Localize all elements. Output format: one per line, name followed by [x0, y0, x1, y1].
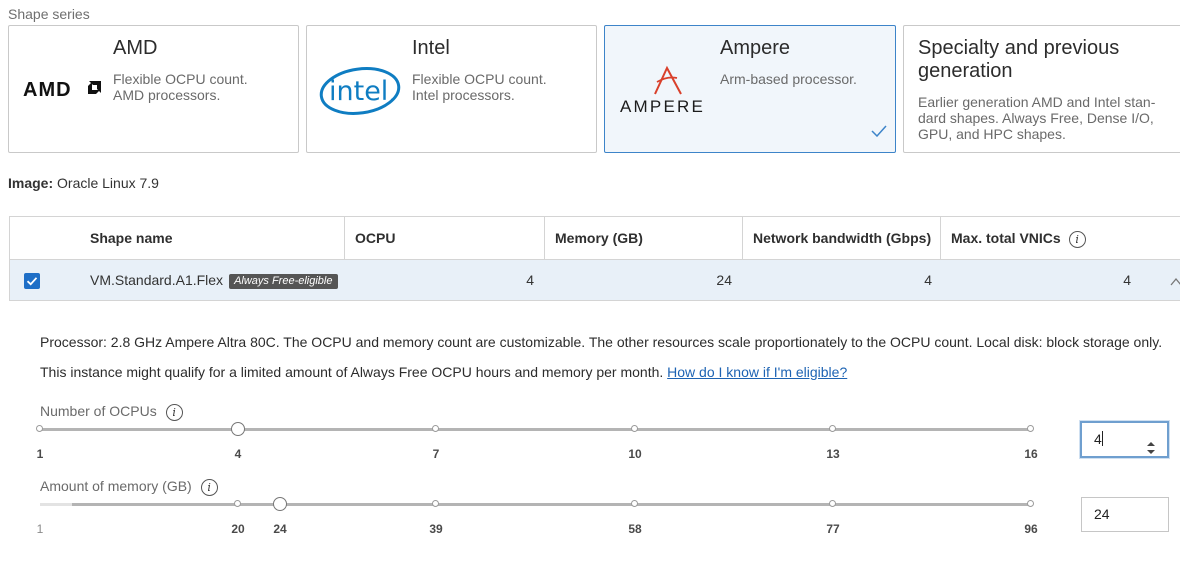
- memory-slider-track[interactable]: [72, 503, 1032, 506]
- free-tier-text: This instance might qualify for a limite…: [40, 364, 664, 380]
- eligibility-link[interactable]: How do I know if I'm eligible?: [667, 364, 847, 380]
- memory-amount-input[interactable]: 24: [1081, 497, 1169, 532]
- card-title-line: Specialty and previous: [918, 37, 1120, 59]
- checkmark-icon: [26, 277, 38, 286]
- ocpu-tick-label: 1: [36, 447, 44, 461]
- card-desc: Flexible OCPU count. AMD processors.: [113, 71, 248, 103]
- shape-series-label: Shape series: [8, 6, 90, 22]
- memory-slider-thumb[interactable]: [273, 497, 287, 511]
- info-icon[interactable]: i: [1068, 230, 1086, 248]
- memory-input-value: 24: [1094, 506, 1110, 522]
- memory-tick-label: 58: [628, 522, 642, 536]
- spinner-arrows-icon[interactable]: [1146, 434, 1156, 467]
- memory-slider-disabled-range: [40, 503, 72, 506]
- cell-shape-name: VM.Standard.A1.Flex Always Free-eligible: [90, 260, 338, 301]
- intel-logo-icon: intel .: [319, 64, 405, 121]
- card-desc-line: dard shapes. Always Free, Dense I/O,: [918, 110, 1154, 126]
- shape-card-specialty[interactable]: Specialty and previous generation Earlie…: [903, 25, 1180, 153]
- svg-text:intel: intel: [329, 76, 388, 107]
- slider-tick: [432, 500, 439, 507]
- col-shape-name[interactable]: Shape name: [10, 217, 345, 259]
- svg-text:AMPERE: AMPERE: [620, 97, 705, 116]
- ocpu-tick-label: 16: [1024, 447, 1038, 461]
- slider-tick: [1027, 500, 1034, 507]
- col-vnics[interactable]: Max. total VNICs i: [941, 217, 1180, 259]
- chevron-up-icon[interactable]: [1170, 274, 1180, 292]
- slider-tick: [829, 425, 836, 432]
- col-vnics-label: Max. total VNICs: [951, 230, 1061, 246]
- free-tier-note: This instance might qualify for a limite…: [40, 364, 847, 380]
- cell-ocpu: 4: [526, 272, 534, 288]
- memory-slider-label: Amount of memory (GB) i: [40, 478, 218, 496]
- ocpu-label-text: Number of OCPUs: [40, 403, 157, 419]
- card-title-line: generation: [918, 60, 1013, 82]
- shape-card-ampere[interactable]: Ampere AMPERE Arm-based processor.: [604, 25, 896, 153]
- ocpu-tick-label: 7: [432, 447, 440, 461]
- shape-card-amd[interactable]: AMD AMD Flexible OCPU count. AMD process…: [8, 25, 299, 153]
- ocpu-input-value: 4: [1094, 431, 1102, 447]
- image-value: Oracle Linux 7.9: [57, 175, 159, 191]
- processor-description: Processor: 2.8 GHz Ampere Altra 80C. The…: [40, 334, 1163, 350]
- memory-tick-label: 1: [36, 522, 44, 536]
- card-desc: Earlier generation AMD and Intel stan- d…: [918, 94, 1155, 142]
- image-info: Image: Oracle Linux 7.9: [8, 175, 159, 191]
- ocpu-slider-track[interactable]: [40, 428, 1032, 431]
- slider-tick: [36, 425, 43, 432]
- slider-tick: [631, 500, 638, 507]
- image-label: Image:: [8, 175, 54, 191]
- card-desc: Arm-based processor.: [720, 71, 857, 87]
- slider-tick: [234, 500, 241, 507]
- ocpu-tick-label: 13: [826, 447, 840, 461]
- ocpu-tick-label: 4: [234, 447, 242, 461]
- card-title: AMD: [113, 37, 158, 59]
- col-bandwidth[interactable]: Network bandwidth (Gbps): [743, 217, 941, 259]
- info-icon[interactable]: i: [200, 478, 218, 496]
- card-title: Specialty and previous generation: [918, 37, 1119, 83]
- memory-tick-label: 39: [429, 522, 443, 536]
- card-desc-line: Intel processors.: [412, 87, 515, 103]
- card-desc-line: Flexible OCPU count.: [412, 71, 547, 87]
- memory-label-text: Amount of memory (GB): [40, 478, 192, 494]
- text-cursor: [1101, 431, 1103, 446]
- svg-text:AMD: AMD: [23, 79, 72, 100]
- card-desc-line: Arm-based processor.: [720, 71, 857, 87]
- col-ocpu[interactable]: OCPU: [345, 217, 545, 259]
- ocpu-tick-label: 10: [628, 447, 642, 461]
- ocpu-slider-label: Number of OCPUs i: [40, 403, 183, 421]
- slider-tick: [1027, 425, 1034, 432]
- ampere-logo-icon: AMPERE: [619, 64, 713, 121]
- shape-card-intel[interactable]: Intel intel . Flexible OCPU count. Intel…: [306, 25, 597, 153]
- check-icon: [871, 124, 887, 142]
- card-desc-line: AMD processors.: [113, 87, 221, 103]
- always-free-badge: Always Free-eligible: [229, 274, 338, 289]
- card-title: Ampere: [720, 37, 791, 59]
- memory-tick-label: 96: [1024, 522, 1038, 536]
- card-desc-line: Flexible OCPU count.: [113, 71, 248, 87]
- col-memory[interactable]: Memory (GB): [545, 217, 743, 259]
- shapes-table: Shape name OCPU Memory (GB) Network band…: [9, 216, 1180, 301]
- cell-bandwidth: 4: [924, 272, 932, 288]
- table-row[interactable]: VM.Standard.A1.Flex Always Free-eligible …: [10, 260, 1180, 301]
- slider-tick: [631, 425, 638, 432]
- svg-text:.: .: [390, 92, 393, 103]
- cell-vnics: 4: [1123, 272, 1131, 288]
- ocpu-count-input[interactable]: 4: [1080, 421, 1169, 458]
- card-desc-line: Earlier generation AMD and Intel stan-: [918, 94, 1156, 110]
- row-checkbox[interactable]: [24, 273, 40, 289]
- card-title: Intel: [412, 37, 450, 59]
- memory-tick-label: 24: [273, 522, 287, 536]
- table-header: Shape name OCPU Memory (GB) Network band…: [10, 217, 1180, 260]
- ocpu-slider-thumb[interactable]: [231, 422, 245, 436]
- memory-tick-label: 20: [231, 522, 245, 536]
- cell-memory: 24: [716, 272, 732, 288]
- slider-tick: [432, 425, 439, 432]
- shape-name: VM.Standard.A1.Flex: [90, 272, 224, 288]
- memory-tick-label: 77: [826, 522, 840, 536]
- card-desc-line: GPU, and HPC shapes.: [918, 126, 1066, 142]
- card-desc: Flexible OCPU count. Intel processors.: [412, 71, 547, 103]
- amd-logo-icon: AMD: [23, 76, 105, 105]
- slider-tick: [829, 500, 836, 507]
- info-icon[interactable]: i: [165, 403, 183, 421]
